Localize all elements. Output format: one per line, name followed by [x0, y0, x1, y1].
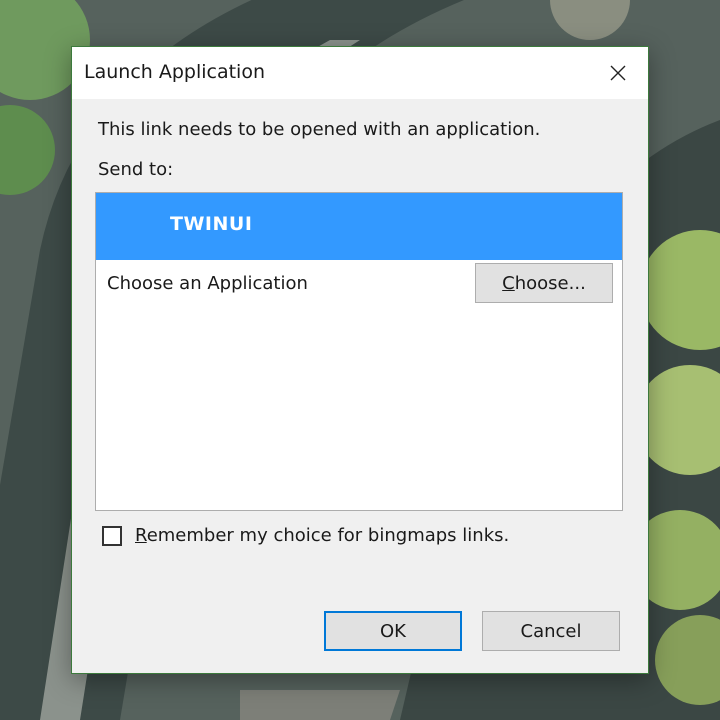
ok-button[interactable]: OK: [324, 611, 462, 651]
remember-choice-label: Remember my choice for bingmaps links.: [135, 525, 509, 546]
checkbox-box[interactable]: [102, 525, 122, 546]
close-icon: [610, 65, 626, 81]
application-list[interactable]: TWINUI Choose an Application Choose...: [95, 192, 623, 511]
dialog-message: This link needs to be opened with an app…: [98, 119, 541, 140]
cancel-button[interactable]: Cancel: [482, 611, 620, 651]
remember-access-key: R: [135, 525, 147, 546]
title-bar: Launch Application: [72, 47, 648, 99]
dialog-title: Launch Application: [84, 61, 266, 83]
launch-application-dialog: Launch Application This link needs to be…: [71, 46, 649, 674]
choose-label: hoose...: [514, 272, 586, 294]
send-to-label: Send to:: [98, 159, 174, 180]
app-name: TWINUI: [170, 213, 253, 235]
choose-application-label: Choose an Application: [107, 273, 308, 294]
choose-access-key: C: [502, 272, 515, 294]
list-item-twinui[interactable]: TWINUI: [96, 193, 622, 260]
remember-choice-checkbox[interactable]: Remember my choice for bingmaps links.: [102, 525, 509, 546]
remember-label-text: emember my choice for bingmaps links.: [146, 525, 510, 546]
list-item-choose-application: Choose an Application Choose...: [96, 261, 622, 309]
close-button[interactable]: [588, 47, 648, 99]
choose-button[interactable]: Choose...: [475, 263, 613, 303]
